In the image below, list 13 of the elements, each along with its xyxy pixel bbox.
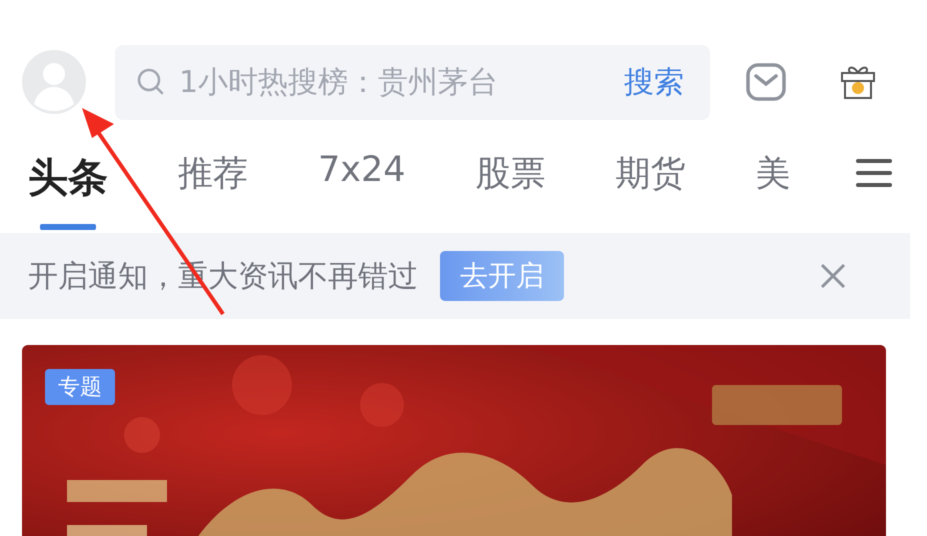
close-icon[interactable] bbox=[820, 263, 846, 289]
tab[interactable]: 头条 bbox=[28, 150, 108, 230]
tab[interactable]: 7x24 bbox=[318, 150, 406, 230]
tab[interactable]: 期货 bbox=[616, 150, 686, 230]
tab[interactable]: 推荐 bbox=[178, 150, 248, 230]
tab[interactable]: 美 bbox=[756, 150, 791, 230]
search-button[interactable]: 搜索 bbox=[624, 62, 684, 102]
search-field[interactable]: 1小时热搜榜：贵州茅台 搜索 bbox=[115, 44, 710, 120]
search-icon bbox=[137, 68, 165, 96]
topic-tag: 专题 bbox=[45, 369, 115, 405]
mail-icon[interactable] bbox=[746, 63, 786, 101]
tab[interactable]: 股票 bbox=[476, 150, 546, 230]
gift-icon[interactable] bbox=[840, 64, 876, 100]
